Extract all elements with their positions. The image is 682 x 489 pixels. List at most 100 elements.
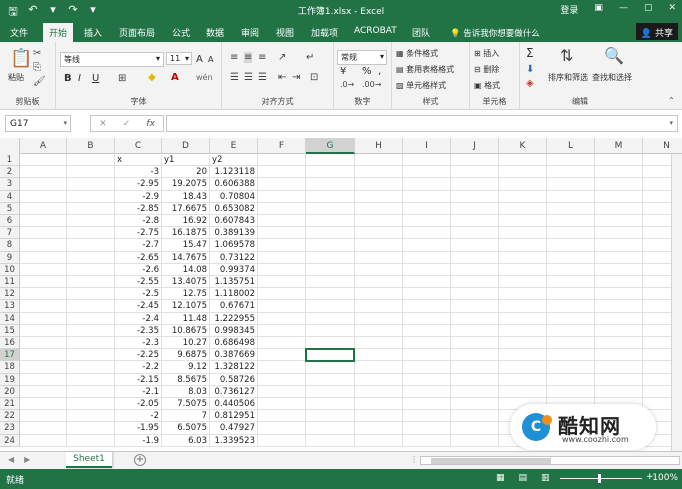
cell-f12[interactable] bbox=[258, 288, 306, 301]
cell-b23[interactable] bbox=[67, 422, 115, 435]
tab-formulas[interactable]: 公式 bbox=[172, 26, 190, 39]
column-header-i[interactable]: I bbox=[403, 138, 451, 154]
cell-b24[interactable] bbox=[67, 434, 115, 447]
cell-a2[interactable] bbox=[20, 166, 67, 179]
cell-e6[interactable]: 0.607843 bbox=[210, 215, 258, 228]
cell-h17[interactable] bbox=[355, 349, 403, 362]
row-header[interactable]: 2 bbox=[0, 166, 20, 179]
cell-m12[interactable] bbox=[595, 288, 643, 301]
cell-i12[interactable] bbox=[403, 288, 451, 301]
tab-team[interactable]: 团队 bbox=[412, 26, 430, 39]
cell-g12[interactable] bbox=[306, 288, 355, 301]
cell-k6[interactable] bbox=[499, 215, 547, 228]
cell-b16[interactable] bbox=[67, 337, 115, 350]
cell-j11[interactable] bbox=[451, 276, 499, 289]
cell-b13[interactable] bbox=[67, 300, 115, 313]
cell-a16[interactable] bbox=[20, 337, 67, 350]
row-header[interactable]: 16 bbox=[0, 337, 20, 350]
cell-i21[interactable] bbox=[403, 398, 451, 411]
font-name-select[interactable]: 等线 ▾ bbox=[60, 52, 164, 67]
cell-h15[interactable] bbox=[355, 324, 403, 337]
cell-l1[interactable] bbox=[547, 154, 595, 167]
cell-b1[interactable] bbox=[67, 154, 115, 167]
zoom-level[interactable]: 100% bbox=[652, 473, 678, 483]
cell-a12[interactable] bbox=[20, 288, 67, 301]
cell-e14[interactable]: 1.222955 bbox=[210, 312, 258, 325]
cell-h10[interactable] bbox=[355, 263, 403, 276]
cell-j22[interactable] bbox=[451, 410, 499, 423]
tab-page-layout[interactable]: 页面布局 bbox=[119, 26, 155, 39]
cell-a9[interactable] bbox=[20, 251, 67, 264]
cell-h21[interactable] bbox=[355, 398, 403, 411]
cell-a1[interactable] bbox=[20, 154, 67, 167]
tab-data[interactable]: 数据 bbox=[206, 26, 224, 39]
cell-m19[interactable] bbox=[595, 373, 643, 386]
cell-g6[interactable] bbox=[306, 215, 355, 228]
sheet-tab-sheet1[interactable]: Sheet1 bbox=[66, 452, 112, 468]
cell-m4[interactable] bbox=[595, 190, 643, 203]
cell-a14[interactable] bbox=[20, 312, 67, 325]
cell-g24[interactable] bbox=[306, 434, 355, 447]
cell-f7[interactable] bbox=[258, 227, 306, 240]
cell-e21[interactable]: 0.440506 bbox=[210, 398, 258, 411]
cell-d16[interactable]: 10.27 bbox=[162, 337, 210, 350]
cell-k17[interactable] bbox=[499, 349, 547, 362]
row-header[interactable]: 14 bbox=[0, 312, 20, 325]
column-header-l[interactable]: L bbox=[547, 138, 595, 154]
phonetic-button[interactable]: wén bbox=[196, 73, 213, 82]
collapse-ribbon-icon[interactable]: ⌃ bbox=[668, 96, 675, 105]
cell-e20[interactable]: 0.736127 bbox=[210, 385, 258, 398]
restore-icon[interactable]: ▢ bbox=[644, 3, 653, 16]
cell-j3[interactable] bbox=[451, 178, 499, 191]
column-header-m[interactable]: M bbox=[595, 138, 643, 154]
copy-icon[interactable]: ⎘ bbox=[33, 62, 41, 73]
cell-l4[interactable] bbox=[547, 190, 595, 203]
row-header[interactable]: 23 bbox=[0, 422, 20, 435]
minimize-icon[interactable]: — bbox=[619, 3, 628, 16]
cell-h16[interactable] bbox=[355, 337, 403, 350]
cell-l6[interactable] bbox=[547, 215, 595, 228]
cell-c15[interactable]: -2.35 bbox=[115, 324, 162, 337]
row-header[interactable]: 11 bbox=[0, 276, 20, 289]
cell-m6[interactable] bbox=[595, 215, 643, 228]
cell-m10[interactable] bbox=[595, 263, 643, 276]
cell-b6[interactable] bbox=[67, 215, 115, 228]
cell-l17[interactable] bbox=[547, 349, 595, 362]
cell-k12[interactable] bbox=[499, 288, 547, 301]
align-center-icon[interactable]: ☰ bbox=[244, 72, 253, 83]
decrease-indent-icon[interactable]: ⇤ bbox=[278, 72, 286, 83]
cell-b22[interactable] bbox=[67, 410, 115, 423]
cell-m2[interactable] bbox=[595, 166, 643, 179]
add-sheet-button[interactable]: + bbox=[134, 454, 146, 466]
cell-b19[interactable] bbox=[67, 373, 115, 386]
cell-a10[interactable] bbox=[20, 263, 67, 276]
cell-f3[interactable] bbox=[258, 178, 306, 191]
decrease-decimal-icon[interactable]: .00→ bbox=[362, 80, 381, 89]
cell-i6[interactable] bbox=[403, 215, 451, 228]
cell-l14[interactable] bbox=[547, 312, 595, 325]
cell-a8[interactable] bbox=[20, 239, 67, 252]
cell-k15[interactable] bbox=[499, 324, 547, 337]
cell-d4[interactable]: 18.43 bbox=[162, 190, 210, 203]
find-select-icon[interactable]: 🔍 bbox=[604, 46, 624, 65]
align-middle-icon[interactable]: ≡ bbox=[244, 52, 253, 63]
cell-h11[interactable] bbox=[355, 276, 403, 289]
cell-l8[interactable] bbox=[547, 239, 595, 252]
chevron-down-icon[interactable]: ▾ bbox=[63, 119, 67, 127]
cell-i24[interactable] bbox=[403, 434, 451, 447]
column-header-f[interactable]: F bbox=[258, 138, 306, 154]
cell-g4[interactable] bbox=[306, 190, 355, 203]
align-bottom-icon[interactable]: ≡ bbox=[258, 52, 266, 63]
cell-f17[interactable] bbox=[258, 349, 306, 362]
cell-f14[interactable] bbox=[258, 312, 306, 325]
format-cells-button[interactable]: ▣ 格式 bbox=[474, 80, 500, 91]
cell-b20[interactable] bbox=[67, 385, 115, 398]
cell-d2[interactable]: 20 bbox=[162, 166, 210, 179]
cell-h5[interactable] bbox=[355, 202, 403, 215]
cell-g21[interactable] bbox=[306, 398, 355, 411]
cell-l16[interactable] bbox=[547, 337, 595, 350]
cell-e22[interactable]: 0.812951 bbox=[210, 410, 258, 423]
column-header-k[interactable]: K bbox=[499, 138, 547, 154]
paste-icon[interactable]: 📋 bbox=[10, 48, 32, 69]
cell-h8[interactable] bbox=[355, 239, 403, 252]
